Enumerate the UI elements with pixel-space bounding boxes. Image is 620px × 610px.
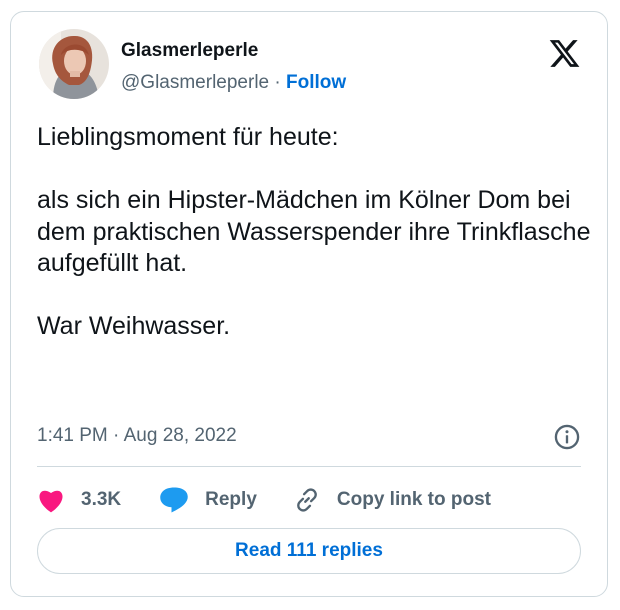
tweet-date: Aug 28, 2022 — [123, 425, 237, 446]
tweet-timestamp[interactable]: 1:41 PM · Aug 28, 2022 — [37, 424, 237, 448]
copy-link-label: Copy link to post — [336, 489, 491, 510]
divider — [37, 466, 581, 467]
avatar-image — [39, 29, 109, 99]
link-icon — [297, 488, 317, 512]
tweet-card: Glasmerleperle @Glasmerleperle · Follow … — [10, 11, 608, 597]
reply-button[interactable]: Reply — [159, 486, 257, 514]
info-icon[interactable] — [553, 423, 581, 451]
x-logo-icon[interactable] — [548, 37, 581, 70]
read-replies-button[interactable]: Read 111 replies — [37, 528, 581, 574]
heart-icon — [39, 490, 63, 513]
tweet-text: Lieblingsmoment für heute: als sich ein … — [37, 123, 591, 340]
tweet-time: 1:41 PM — [37, 425, 108, 446]
like-count: 3.3K — [81, 489, 122, 510]
author-handle-row: @Glasmerleperle · Follow — [121, 71, 346, 95]
avatar[interactable] — [39, 29, 109, 99]
follow-button[interactable]: Follow — [286, 72, 346, 93]
reply-label: Reply — [205, 489, 257, 510]
author-handle[interactable]: @Glasmerleperle — [121, 72, 269, 93]
read-replies-label: Read 111 replies — [235, 540, 383, 561]
handle-separator: · — [274, 72, 281, 93]
like-button[interactable]: 3.3K — [37, 487, 121, 513]
speech-bubble-icon — [160, 487, 188, 513]
copy-link-button[interactable]: Copy link to post — [293, 486, 491, 514]
action-bar: 3.3K Reply Copy link to post — [37, 483, 491, 517]
author-display-name[interactable]: Glasmerleperle — [121, 39, 258, 63]
timestamp-separator: · — [113, 425, 120, 446]
